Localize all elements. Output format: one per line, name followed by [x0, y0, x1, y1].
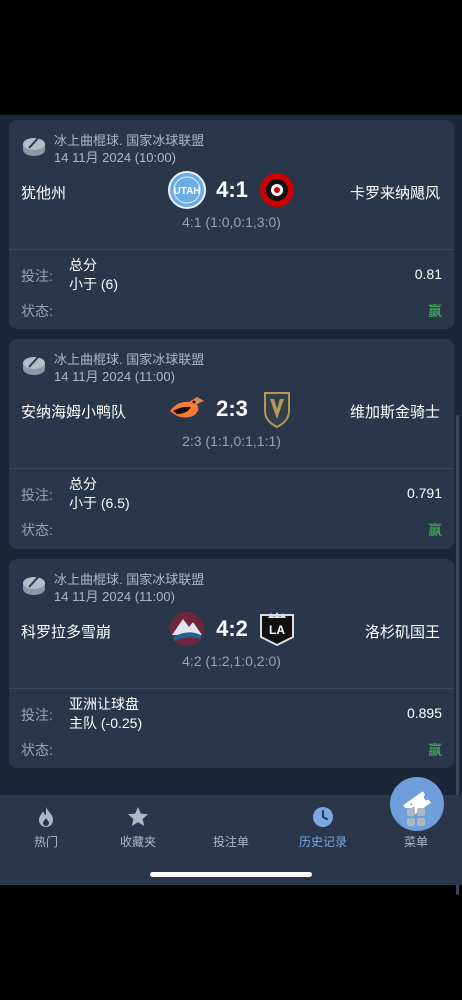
bet-card[interactable]: 冰上曲棍球. 国家冰球联盟 14 11月 2024 (10:00) 犹他州 UT…: [9, 120, 454, 329]
tab-label: 投注单: [212, 835, 249, 849]
bet-label: 投注:: [21, 487, 53, 503]
home-team: 科罗拉多雪崩: [21, 624, 112, 641]
status-badge: 赢: [428, 742, 442, 758]
status-label: 状态:: [21, 522, 53, 538]
la-kings-logo-icon: LA: [260, 612, 294, 647]
fire-icon: [39, 807, 53, 827]
away-team: 维加斯金骑士: [349, 404, 440, 421]
status-label: 状态:: [21, 303, 53, 319]
bet-market: 总分: [69, 257, 97, 273]
status-label: 状态:: [21, 742, 53, 758]
bet-label: 投注:: [21, 707, 53, 723]
golden-knights-logo-icon: [264, 392, 290, 429]
divider: [9, 688, 454, 689]
away-team: 洛杉矶国王: [364, 624, 440, 641]
tab-bet-slip[interactable]: 投注单: [185, 777, 444, 855]
bet-card[interactable]: 冰上曲棍球. 国家冰球联盟 14 11月 2024 (11:00) 安纳海姆小鸭…: [9, 339, 454, 549]
clock-icon: [313, 807, 333, 827]
svg-text:LA: LA: [269, 623, 285, 637]
divider: [9, 249, 454, 250]
bet-odds: 0.895: [406, 705, 442, 721]
bet-selection: 小于 (6): [69, 276, 118, 292]
period-scores: 4:1 (1:0,0:1,3:0): [182, 214, 281, 230]
tab-popular[interactable]: 热门: [0, 795, 92, 855]
svg-text:UTAH: UTAH: [173, 186, 200, 197]
tab-label: 热门: [33, 835, 58, 849]
status-badge: 赢: [428, 303, 442, 319]
star-icon: [128, 807, 148, 826]
bet-market: 总分: [69, 476, 97, 492]
tab-favorites[interactable]: 收藏夹: [92, 795, 184, 855]
period-scores: 4:2 (1:2,1:0,2:0): [182, 653, 281, 669]
home-team: 安纳海姆小鸭队: [21, 404, 127, 421]
history-screen: 冰上曲棍球. 国家冰球联盟 14 11月 2024 (10:00) 犹他州 UT…: [0, 115, 462, 895]
tab-menu[interactable]: 菜单: [370, 795, 462, 855]
tab-label: 历史记录: [298, 835, 347, 849]
divider: [9, 468, 454, 469]
away-team: 卡罗来纳飓风: [349, 185, 440, 202]
match-date: 14 11月 2024 (11:00): [54, 369, 175, 384]
match-date: 14 11月 2024 (11:00): [54, 589, 175, 604]
home-team: 犹他州: [21, 185, 67, 202]
tab-label: 菜单: [403, 835, 428, 849]
bet-odds: 0.81: [414, 266, 442, 282]
period-scores: 2:3 (1:1,0:1,1:1): [182, 433, 281, 449]
bet-card[interactable]: 冰上曲棍球. 国家冰球联盟 14 11月 2024 (11:00) 科罗拉多雪崩…: [9, 559, 454, 768]
hockey-puck-icon: [23, 354, 45, 375]
bet-label: 投注:: [21, 268, 53, 284]
tab-label: 收藏夹: [119, 835, 156, 849]
grid-icon: [407, 808, 425, 826]
hockey-puck-icon: [23, 574, 45, 595]
ducks-logo-icon: [170, 397, 204, 418]
match-score: 2:3: [216, 396, 248, 421]
status-badge: 赢: [428, 522, 442, 538]
hockey-puck-icon: [23, 135, 45, 156]
bet-odds: 0.791: [406, 485, 442, 501]
match-score: 4:1: [216, 177, 248, 202]
hurricanes-logo-icon: [260, 173, 294, 207]
bet-market: 亚洲让球盘: [69, 696, 139, 712]
utah-logo-icon: UTAH: [168, 171, 206, 209]
home-indicator[interactable]: [150, 872, 312, 877]
match-score: 4:2: [216, 616, 248, 641]
match-date: 14 11月 2024 (10:00): [54, 150, 176, 165]
bet-selection: 主队 (-0.25): [69, 715, 143, 731]
avalanche-logo-icon: [170, 612, 204, 646]
tab-history[interactable]: 历史记录: [277, 795, 369, 855]
bet-selection: 小于 (6.5): [69, 495, 130, 511]
